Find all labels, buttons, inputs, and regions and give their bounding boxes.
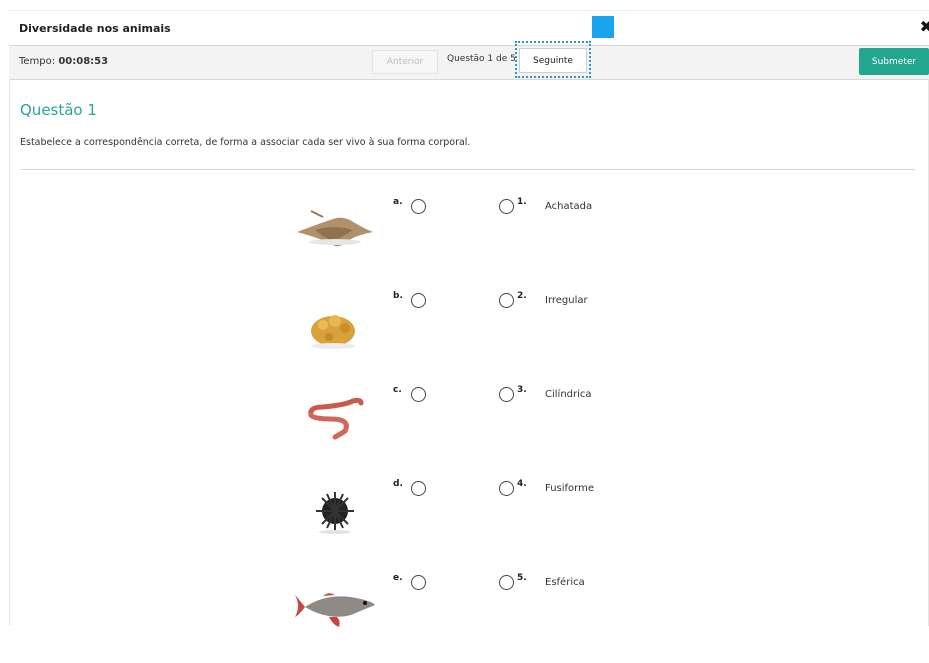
timer: Tempo: 00:08:53	[19, 56, 108, 67]
shape-label: Esférica	[545, 577, 585, 588]
window-titlebar: Diversidade nos animais ✖	[9, 10, 929, 46]
divider	[20, 169, 915, 170]
question-panel: Questão 1 Estabelece a correspondência c…	[9, 79, 929, 627]
radio-right-2[interactable]	[499, 293, 514, 308]
row-number: 2.	[517, 291, 527, 301]
radio-left-b[interactable]	[411, 293, 426, 308]
blue-marker	[592, 16, 614, 38]
radio-left-e[interactable]	[411, 575, 426, 590]
timer-value: 00:08:53	[58, 56, 109, 67]
match-row: c. 3. Cilíndrica	[10, 385, 929, 475]
radio-right-5[interactable]	[499, 575, 514, 590]
window-title: Diversidade nos animais	[19, 22, 171, 35]
row-letter: b.	[393, 291, 403, 301]
row-number: 3.	[517, 385, 527, 395]
match-row: e. 5. Esférica	[10, 573, 929, 663]
row-letter: e.	[393, 573, 403, 583]
timer-label: Tempo:	[19, 56, 56, 67]
question-counter: Questão 1 de 5	[447, 54, 516, 64]
radio-right-3[interactable]	[499, 387, 514, 402]
row-number: 4.	[517, 479, 527, 489]
sea-urchin-image	[316, 492, 354, 534]
row-number: 5.	[517, 573, 527, 583]
match-row: b. 2. Irregular	[10, 291, 929, 381]
match-row: d. 4. Fusiforme	[10, 479, 929, 569]
shape-label: Achatada	[545, 201, 593, 212]
next-button[interactable]: Seguinte	[519, 48, 587, 73]
question-text: Estabelece a correspondência correta, de…	[20, 137, 471, 148]
fish-image	[295, 593, 375, 627]
shape-label: Cilíndrica	[545, 389, 592, 400]
earthworm-image	[308, 397, 364, 440]
previous-button[interactable]: Anterior	[372, 50, 438, 74]
question-title: Questão 1	[20, 101, 97, 119]
radio-left-a[interactable]	[411, 199, 426, 214]
quiz-toolbar: Tempo: 00:08:53 Anterior Questão 1 de 5 …	[9, 41, 929, 80]
shape-label: Irregular	[545, 295, 588, 306]
match-row: a. 1. Achatada	[10, 197, 929, 287]
radio-right-1[interactable]	[499, 199, 514, 214]
radio-left-d[interactable]	[411, 481, 426, 496]
row-letter: a.	[393, 197, 403, 207]
row-number: 1.	[517, 197, 527, 207]
radio-left-c[interactable]	[411, 387, 426, 402]
close-icon[interactable]: ✖	[920, 19, 929, 35]
row-letter: d.	[393, 479, 403, 489]
shape-label: Fusiforme	[545, 483, 594, 494]
submit-button[interactable]: Submeter	[859, 48, 929, 75]
radio-right-4[interactable]	[499, 481, 514, 496]
row-letter: c.	[393, 385, 402, 395]
sponge-image	[311, 315, 355, 349]
stingray-image	[297, 210, 373, 247]
